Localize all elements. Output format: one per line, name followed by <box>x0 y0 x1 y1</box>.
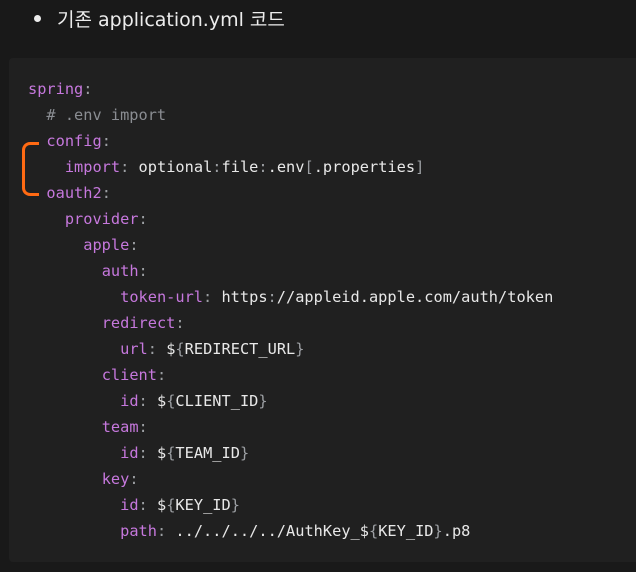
yaml-colon: : <box>101 184 111 202</box>
yaml-key: apple <box>83 236 130 254</box>
code-line: provider: <box>28 206 553 232</box>
code-line: id: ${TEAM_ID} <box>28 440 553 466</box>
yaml-colon: : <box>129 236 139 254</box>
yaml-colon: : <box>203 288 213 306</box>
code-line: auth: <box>28 258 553 284</box>
yaml-colon: : <box>156 522 167 540</box>
code-line: token-url: https://appleid.apple.com/aut… <box>28 284 553 310</box>
yaml-key: token-url <box>120 288 203 306</box>
code-line: team: <box>28 414 553 440</box>
code-block[interactable]: spring: # .env import config: import: op… <box>9 58 636 562</box>
bullet-list-item: 기존 application.yml 코드 <box>34 4 285 32</box>
code-comment: # .env import <box>46 106 167 124</box>
yaml-key: provider <box>64 210 139 228</box>
yaml-key: path <box>120 522 157 540</box>
yaml-key: id <box>120 444 139 462</box>
yaml-key: oauth2 <box>46 184 102 202</box>
yaml-colon: : <box>156 366 167 384</box>
yaml-colon: : <box>147 340 157 358</box>
code-line: config: <box>28 128 553 154</box>
yaml-colon: : <box>138 444 148 462</box>
yaml-value: ${TEAM_ID} <box>156 444 250 462</box>
code-line: apple: <box>28 232 553 258</box>
yaml-value: ${KEY_ID} <box>156 496 240 514</box>
code-line: key: <box>28 466 553 492</box>
yaml-colon: : <box>138 210 148 228</box>
yaml-key: spring <box>28 80 84 98</box>
yaml-key: import <box>64 158 121 176</box>
yaml-value: ${REDIRECT_URL} <box>166 340 305 358</box>
bullet-heading-text: 기존 application.yml 코드 <box>57 8 285 31</box>
code-line: id: ${CLIENT_ID} <box>28 388 553 414</box>
code-line: # .env import <box>28 102 553 128</box>
code-line: oauth2: <box>28 180 553 206</box>
yaml-key: url <box>120 340 148 358</box>
code-line: redirect: <box>28 310 553 336</box>
page: 기존 application.yml 코드 spring: # .env imp… <box>0 0 636 572</box>
yaml-colon: : <box>175 314 185 332</box>
code-line: url: ${REDIRECT_URL} <box>28 336 553 362</box>
code-line: spring: <box>28 76 553 102</box>
yaml-value: ../../../../AuthKey_${KEY_ID}.p8 <box>175 522 471 540</box>
yaml-colon: : <box>129 470 139 488</box>
code-line: import: optional:file:.env[.properties] <box>28 154 553 180</box>
yaml-key: client <box>101 366 157 384</box>
yaml-key: id <box>120 496 139 514</box>
code-line: client: <box>28 362 553 388</box>
yaml-colon: : <box>138 418 148 436</box>
yaml-key: id <box>120 392 139 410</box>
yaml-key: config <box>46 132 102 150</box>
yaml-key: auth <box>101 262 139 280</box>
yaml-colon: : <box>83 80 93 98</box>
yaml-colon: : <box>138 392 148 410</box>
yaml-value: optional:file:.env[.properties] <box>138 158 425 176</box>
orange-bracket-annotation-icon <box>22 142 39 196</box>
code-content: spring: # .env import config: import: op… <box>28 76 553 544</box>
yaml-colon: : <box>138 262 148 280</box>
yaml-colon: : <box>101 132 111 150</box>
bullet-dot-icon <box>34 14 41 22</box>
yaml-colon: : <box>120 158 130 176</box>
yaml-value: https://appleid.apple.com/auth/token <box>221 288 554 306</box>
yaml-key: team <box>101 418 139 436</box>
code-line: path: ../../../../AuthKey_${KEY_ID}.p8 <box>28 518 553 544</box>
code-line: id: ${KEY_ID} <box>28 492 553 518</box>
yaml-colon: : <box>138 496 148 514</box>
yaml-key: key <box>101 470 130 488</box>
yaml-key: redirect <box>101 314 176 332</box>
yaml-value: ${CLIENT_ID} <box>156 392 268 410</box>
